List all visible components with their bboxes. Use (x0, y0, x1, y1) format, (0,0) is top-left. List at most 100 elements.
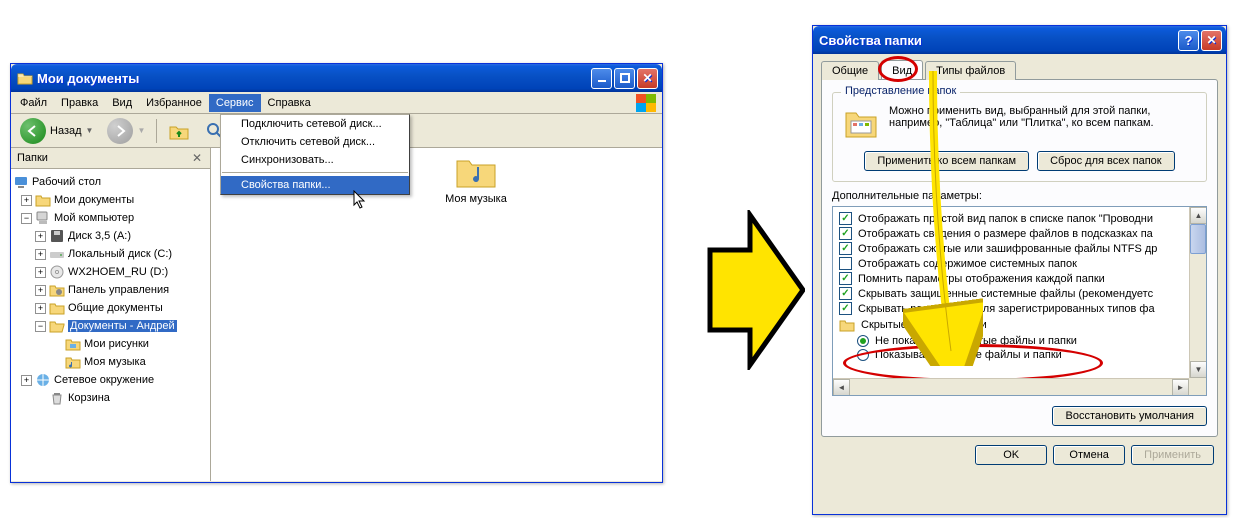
floppy-icon (49, 228, 65, 244)
opt-hidden-files-group: Скрытые файлы и папки (839, 316, 1202, 334)
tree-floppy[interactable]: + Диск 3,5 (A:) (13, 227, 208, 245)
folder-icon (839, 317, 855, 333)
scroll-down-button[interactable]: ▼ (1190, 361, 1207, 378)
horizontal-scrollbar[interactable]: ◄ ► (833, 378, 1189, 395)
apply-all-folders-button[interactable]: Применить ко всем папкам (864, 151, 1029, 171)
menu-file[interactable]: Файл (13, 94, 54, 112)
window-title: Мои документы (37, 71, 139, 86)
file-label: Моя музыка (445, 193, 507, 205)
dialog-title: Свойства папки (819, 33, 922, 48)
minimize-button[interactable] (591, 68, 612, 89)
opt-hide-protected[interactable]: ✓Скрывать защищенные системные файлы (ре… (839, 286, 1202, 301)
tab-filetypes[interactable]: Типы файлов (925, 61, 1016, 80)
cancel-button[interactable]: Отмена (1053, 445, 1125, 465)
dialog-titlebar[interactable]: Свойства папки ? ✕ (813, 26, 1226, 54)
opt-show-hidden[interactable]: Показывать скрытые файлы и папки (839, 348, 1202, 362)
opt-file-size-tips[interactable]: ✓Отображать сведения о размере файлов в … (839, 226, 1202, 241)
tab-view[interactable]: Вид (881, 60, 923, 79)
opt-system-folders[interactable]: Отображать содержимое системных папок (839, 256, 1202, 271)
opt-ntfs-color[interactable]: ✓Отображать сжатые или зашифрованные фай… (839, 241, 1202, 256)
expand-toggle[interactable]: + (35, 231, 46, 242)
menu-map-drive[interactable]: Подключить сетевой диск... (221, 115, 409, 133)
forward-arrow-icon (107, 118, 133, 144)
checkbox-checked-icon: ✓ (839, 227, 852, 240)
dialog-buttons: OK Отмена Применить (821, 437, 1218, 469)
expand-toggle[interactable]: + (21, 375, 32, 386)
tree-controlpanel[interactable]: + Панель управления (13, 281, 208, 299)
controlpanel-icon (49, 282, 65, 298)
content-pane[interactable]: Моя музыка (211, 148, 662, 481)
back-arrow-icon (20, 118, 46, 144)
network-icon (35, 372, 51, 388)
expand-toggle[interactable]: + (35, 303, 46, 314)
scroll-up-button[interactable]: ▲ (1190, 207, 1207, 224)
tools-dropdown: Подключить сетевой диск... Отключить сет… (220, 114, 410, 195)
opt-simple-folder-list[interactable]: ✓Отображать простой вид папок в списке п… (839, 211, 1202, 226)
tree-desktop[interactable]: Рабочий стол (13, 173, 208, 191)
tree-cddrive[interactable]: + WX2HOEM_RU (D:) (13, 263, 208, 281)
restore-defaults-button[interactable]: Восстановить умолчания (1052, 406, 1207, 426)
opt-hide-extensions[interactable]: ✓Скрывать расширения для зарегистрирован… (839, 301, 1202, 316)
file-mymusic[interactable]: Моя музыка (436, 153, 516, 205)
menu-sync[interactable]: Синхронизовать... (221, 151, 409, 169)
advanced-settings-list[interactable]: ✓Отображать простой вид папок в списке п… (832, 206, 1207, 396)
collapse-toggle[interactable]: − (35, 321, 46, 332)
folder-icon (17, 70, 33, 86)
tree-localdisk[interactable]: + Локальный диск (C:) (13, 245, 208, 263)
up-button[interactable] (163, 117, 195, 145)
opt-dont-show-hidden[interactable]: Не показывать скрытые файлы и папки (839, 334, 1202, 348)
help-button[interactable]: ? (1178, 30, 1199, 51)
windows-flag-icon (636, 94, 656, 112)
folder-views-group: Представление папок Можно применить вид,… (832, 92, 1207, 182)
tab-general[interactable]: Общие (821, 61, 879, 80)
back-button[interactable]: Назад ▼ (15, 115, 98, 147)
ok-button[interactable]: OK (975, 445, 1047, 465)
menu-favorites[interactable]: Избранное (139, 94, 209, 112)
folders-sidebar: Папки ✕ Рабочий стол + Мои документы − М… (11, 148, 211, 481)
menu-help[interactable]: Справка (261, 94, 318, 112)
scroll-left-button[interactable]: ◄ (833, 379, 850, 396)
radio-unselected-icon (857, 349, 869, 361)
menu-edit[interactable]: Правка (54, 94, 105, 112)
scroll-corner (1189, 378, 1206, 395)
tree-mydocs[interactable]: + Мои документы (13, 191, 208, 209)
scroll-right-button[interactable]: ► (1172, 379, 1189, 396)
menu-separator (222, 172, 408, 173)
tree-recycle[interactable]: Корзина (13, 389, 208, 407)
maximize-button[interactable] (614, 68, 635, 89)
expand-toggle[interactable]: + (21, 195, 32, 206)
toolbar-separator (156, 119, 157, 143)
menu-folder-options[interactable]: Свойства папки... (221, 176, 409, 194)
apply-button[interactable]: Применить (1131, 445, 1214, 465)
expand-toggle[interactable]: + (35, 249, 46, 260)
menu-view[interactable]: Вид (105, 94, 139, 112)
annotation-arrow-right (705, 210, 805, 370)
menu-tools[interactable]: Сервис (209, 94, 261, 112)
tree-shareddocs[interactable]: + Общие документы (13, 299, 208, 317)
sidebar-title: Папки (17, 152, 48, 164)
expand-toggle[interactable]: + (35, 267, 46, 278)
scroll-thumb[interactable] (1190, 224, 1206, 254)
close-button[interactable]: ✕ (1201, 30, 1222, 51)
tree-userdocs[interactable]: − Документы - Андрей (13, 317, 208, 335)
music-folder-icon (455, 153, 497, 189)
pictures-icon (65, 336, 81, 352)
tab-panel-view: Представление папок Можно применить вид,… (821, 79, 1218, 437)
tree-mymusic[interactable]: Моя музыка (13, 353, 208, 371)
tree-network[interactable]: + Сетевое окружение (13, 371, 208, 389)
reset-all-folders-button[interactable]: Сброс для всех папок (1037, 151, 1175, 171)
forward-button[interactable]: ▼ (102, 115, 150, 147)
menu-unmap-drive[interactable]: Отключить сетевой диск... (221, 133, 409, 151)
close-button[interactable]: ✕ (637, 68, 658, 89)
tree-mypictures[interactable]: Мои рисунки (13, 335, 208, 353)
close-sidebar-button[interactable]: ✕ (190, 151, 204, 165)
collapse-toggle[interactable]: − (21, 213, 32, 224)
disk-icon (49, 246, 65, 262)
explorer-titlebar[interactable]: Мои документы ✕ (11, 64, 662, 92)
expand-toggle[interactable]: + (35, 285, 46, 296)
tree-mycomputer[interactable]: − Мой компьютер (13, 209, 208, 227)
dropdown-arrow-icon: ▼ (137, 126, 145, 135)
folder-options-dialog: Свойства папки ? ✕ Общие Вид Типы файлов… (812, 25, 1227, 515)
vertical-scrollbar[interactable]: ▲ ▼ (1189, 207, 1206, 378)
opt-remember-view[interactable]: ✓Помнить параметры отображения каждой па… (839, 271, 1202, 286)
